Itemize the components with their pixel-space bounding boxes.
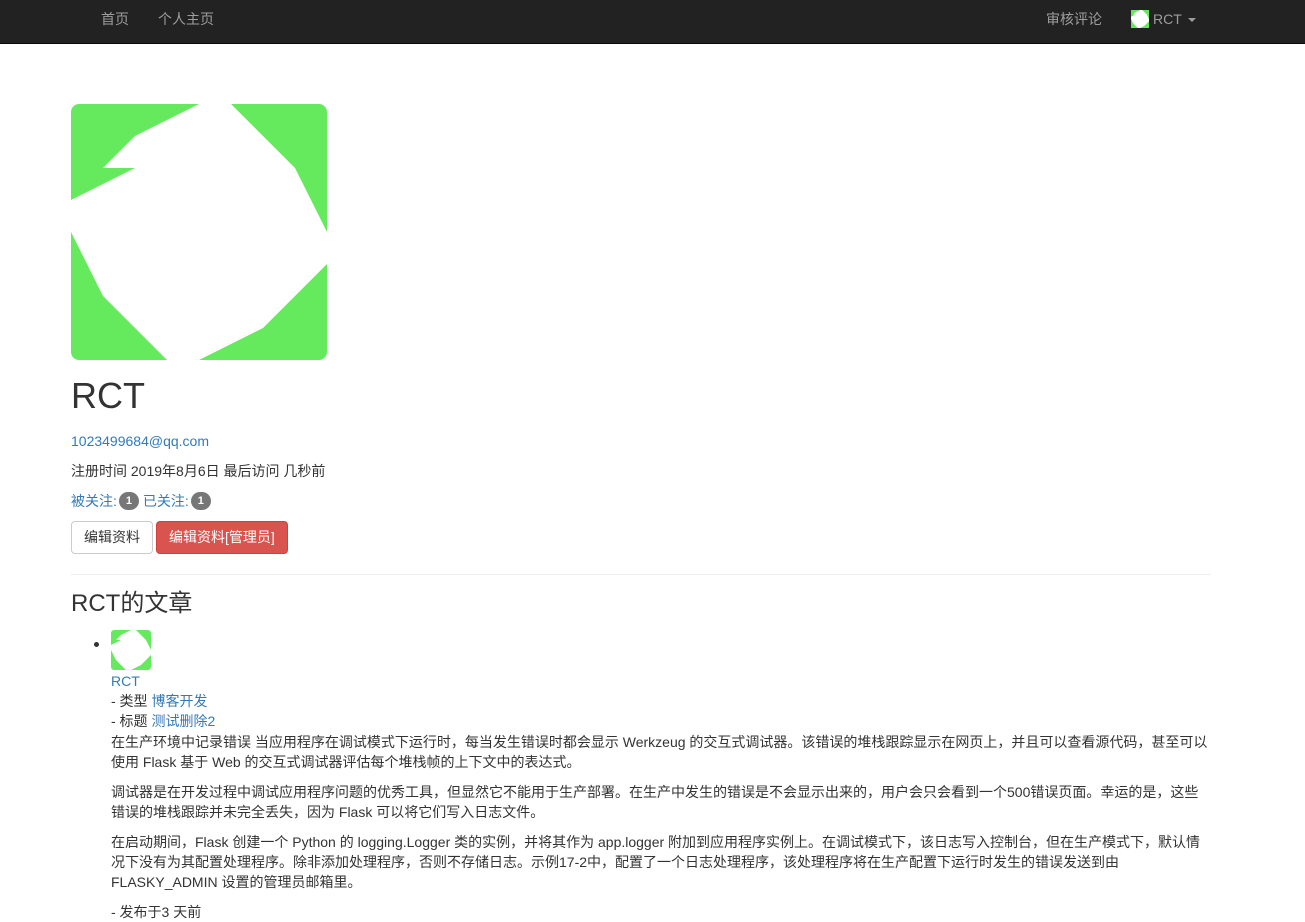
profile-username: RCT — [71, 375, 145, 416]
followers-count-badge: 1 — [118, 492, 139, 510]
last-seen-value: 几秒前 — [283, 463, 326, 479]
profile-avatar — [71, 104, 327, 360]
following-link[interactable]: 已关注: — [143, 491, 189, 511]
post-category-prefix: - 类型 — [111, 693, 148, 709]
post-title-row: - 标题 测试删除2 — [111, 711, 1211, 731]
last-seen-label: 最后访问 — [223, 463, 280, 479]
list-bullet — [94, 642, 99, 647]
user-avatar-icon — [1131, 10, 1149, 28]
post-author-link[interactable]: RCT — [111, 673, 140, 689]
post-title-link[interactable]: 测试删除2 — [151, 713, 215, 729]
post-paragraph: 在生产环境中记录错误 当应用程序在调试模式下运行时，每当发生错误时都会显示 We… — [111, 734, 1208, 770]
nav-profile-link[interactable]: 个人主页 — [158, 0, 214, 38]
admin-edit-profile-button[interactable]: 编辑资料[管理员] — [156, 521, 288, 554]
post-title-prefix: - 标题 — [111, 713, 148, 729]
divider — [71, 574, 1211, 575]
profile-dates: 注册时间 2019年8月6日 最后访问 几秒前 — [71, 461, 325, 481]
post-timestamp: - 发布于3 天前 — [111, 904, 202, 920]
post-body: 在生产环境中记录错误 当应用程序在调试模式下运行时，每当发生错误时都会显示 We… — [111, 732, 1211, 892]
nav-moderate-comments-link[interactable]: 审核评论 — [1046, 0, 1102, 38]
followers-link[interactable]: 被关注: — [71, 491, 117, 511]
edit-profile-button[interactable]: 编辑资料 — [71, 521, 153, 554]
post-paragraph: 在启动期间，Flask 创建一个 Python 的 logging.Logger… — [111, 834, 1201, 890]
post-paragraph: 调试器是在开发过程中调试应用程序问题的优秀工具，但显然它不能用于生产部署。在生产… — [111, 784, 1199, 820]
member-since-value: 2019年8月6日 — [130, 463, 220, 479]
post-category: - 类型 博客开发 — [111, 691, 1211, 711]
navbar: 首页 个人主页 审核评论 RCT — [0, 0, 1305, 44]
nav-user-dropdown[interactable]: RCT — [1131, 0, 1196, 38]
chevron-down-icon — [1187, 18, 1196, 22]
following-count-badge: 1 — [190, 492, 211, 510]
profile-email-link[interactable]: 1023499684@qq.com — [71, 431, 209, 451]
follow-stats: 被关注: 1 已关注: 1 — [71, 491, 215, 511]
member-since-label: 注册时间 — [71, 463, 127, 479]
posts-heading: RCT的文章 — [71, 590, 193, 617]
post-author-avatar[interactable] — [111, 630, 151, 670]
nav-username: RCT — [1153, 11, 1182, 27]
post-category-link[interactable]: 博客开发 — [151, 693, 207, 709]
nav-home-link[interactable]: 首页 — [101, 0, 129, 38]
list-item: RCT - 类型 博客开发 - 标题 测试删除2 在生产环境中记录错误 当应用程… — [94, 630, 1211, 922]
